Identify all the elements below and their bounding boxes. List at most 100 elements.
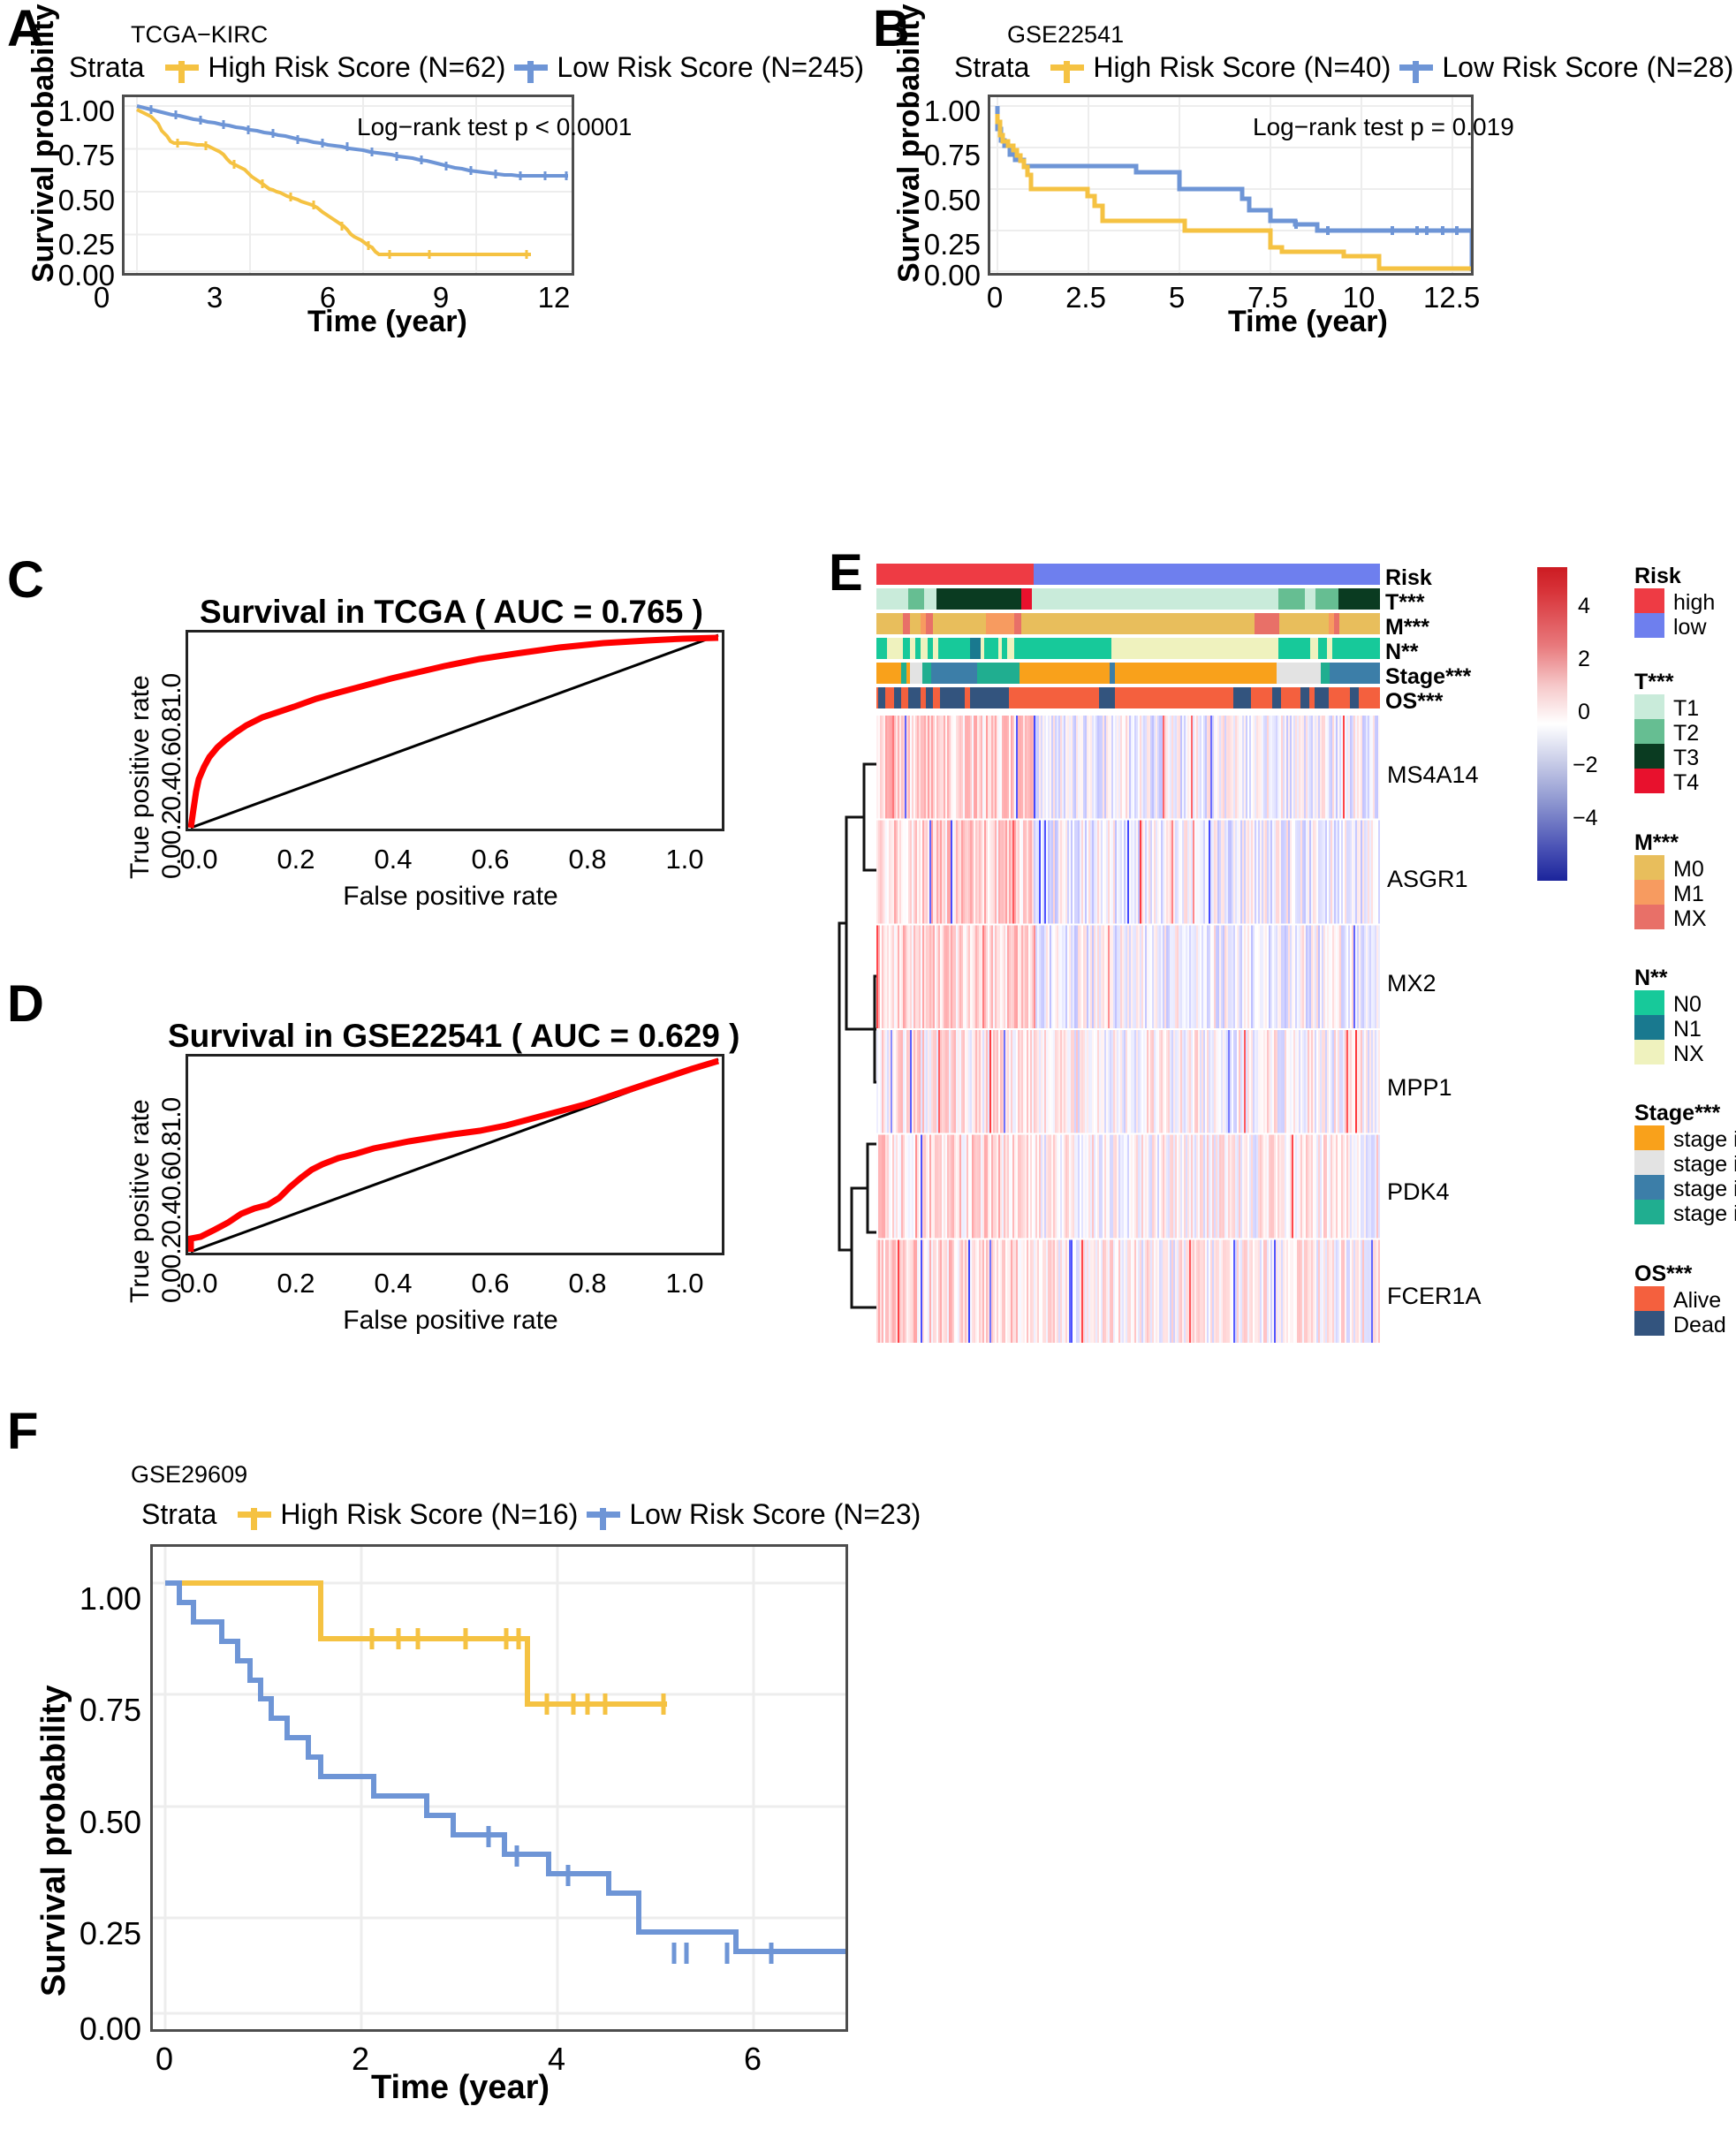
panel-a: A TCGA−KIRC Strata High Risk Score (N=62…: [0, 0, 864, 530]
panel-f-letter: F: [7, 1403, 39, 1460]
legend-swatch-m1: [1634, 880, 1664, 905]
panel-c-y-axis-title: True positive rate: [125, 675, 155, 879]
panel-d-y-axis-title: True positive rate: [125, 1099, 155, 1303]
legend-label-os-alive: Alive: [1673, 1288, 1722, 1313]
panel-a-legend-low: Low Risk Score (N=245): [557, 51, 865, 83]
panel-d-plot-area: [186, 1054, 724, 1255]
panel-c-xtick-5: 1.0: [665, 844, 704, 875]
annotation-track-os: [876, 687, 1380, 708]
legend-swatch-stage-i: [1634, 1125, 1664, 1150]
panel-f: F GSE29609 Strata High Risk Score (N=16)…: [0, 1387, 1148, 2129]
legend-swatch-n0: [1634, 990, 1664, 1015]
panel-e-annotation-label-risk: Risk: [1385, 565, 1432, 590]
panel-f-xtick-1: 2: [351, 2041, 370, 2077]
panel-c-title: Survival in TCGA ( AUC = 0.765 ): [200, 594, 703, 630]
panel-f-ytick-4: 1.00: [79, 1580, 141, 1617]
panel-a-xtick-1: 3: [206, 281, 224, 314]
panel-b-ytick-1: 0.25: [923, 228, 981, 261]
legend-swatch-t1: [1634, 694, 1664, 719]
panel-b: B GSE22541 Strata High Risk Score (N=40)…: [866, 0, 1736, 530]
panel-f-gridlines: [153, 1547, 845, 2029]
panel-a-legend-high: High Risk Score (N=62): [208, 51, 506, 83]
panel-e: E Risk T*** M*** N** Stage*** OS*** MS4A…: [822, 539, 1736, 1387]
legend-title-risk: Risk: [1634, 564, 1681, 588]
panel-a-censor-ticks-high-risk: [176, 139, 528, 259]
panel-e-colorbar-tick-n2: −2: [1573, 753, 1598, 777]
panel-e-gene-label-mpp1: MPP1: [1387, 1074, 1452, 1101]
legend-swatch-nx: [1634, 1040, 1664, 1064]
annotation-track-stage: [876, 663, 1380, 684]
annotation-track-risk: [876, 564, 1380, 585]
panel-f-xtick-0: 0: [155, 2041, 174, 2077]
panel-e-annotation-label-t: T***: [1385, 590, 1425, 615]
panel-e-gene-label-asgr1: ASGR1: [1387, 866, 1468, 892]
legend-marker-high-risk-icon: [238, 1508, 272, 1530]
panel-e-gene-label-fcer1a: FCER1A: [1387, 1283, 1482, 1309]
panel-e-annotation-tracks: [876, 564, 1380, 718]
legend-swatch-stage-ii: [1634, 1150, 1664, 1175]
panel-e-colorbar-tick-0: 0: [1578, 700, 1590, 724]
legend-marker-low-risk-icon: [514, 61, 549, 83]
panel-e-colorbar-tick-4: 4: [1578, 594, 1590, 618]
legend-swatch-stage-iv: [1634, 1200, 1664, 1224]
panel-f-strata-label: Strata: [141, 1498, 217, 1530]
annotation-track-n: [876, 638, 1380, 659]
panel-e-annotation-label-m: M***: [1385, 615, 1430, 640]
panel-f-plot-area: [150, 1544, 848, 2032]
panel-b-legend: Strata High Risk Score (N=40) Low Risk S…: [954, 51, 1733, 84]
panel-b-dataset-title: GSE22541: [1007, 21, 1125, 48]
panel-f-xtick-3: 6: [743, 2041, 762, 2077]
panel-a-ytick-3: 0.75: [57, 139, 115, 171]
panel-d-xtick-2: 0.4: [374, 1268, 413, 1299]
panel-e-colorbar-tick-2: 2: [1578, 647, 1590, 671]
legend-swatch-risk-high: [1634, 588, 1664, 613]
legend-label-m0: M0: [1673, 857, 1704, 882]
panel-f-xtick-2: 4: [547, 2041, 566, 2077]
panel-b-ytick-2: 0.50: [923, 184, 981, 216]
panel-b-pvalue-annotation: Log−rank test p = 0.019: [1253, 113, 1514, 140]
legend-marker-low-risk-icon: [587, 1508, 621, 1530]
panel-e-gene-label-pdk4: PDK4: [1387, 1178, 1450, 1205]
panel-d-xtick-4: 0.8: [568, 1268, 607, 1299]
panel-e-colorbar-tick-n4: −4: [1573, 806, 1598, 830]
panel-f-ytick-1: 0.25: [79, 1915, 141, 1951]
panel-d-letter: D: [7, 975, 44, 1033]
panel-f-legend-high: High Risk Score (N=16): [280, 1498, 579, 1530]
panel-c-xtick-3: 0.6: [471, 844, 510, 875]
legend-label-nx: NX: [1673, 1042, 1704, 1066]
panel-f-legend-low: Low Risk Score (N=23): [629, 1498, 921, 1530]
panel-c: C Survival in TCGA ( AUC = 0.765 ) True …: [0, 539, 848, 945]
panel-f-legend: Strata High Risk Score (N=16) Low Risk S…: [141, 1498, 921, 1531]
panel-d-xtick-1: 0.2: [277, 1268, 315, 1299]
legend-swatch-os-dead: [1634, 1311, 1664, 1336]
panel-e-colorbar: [1537, 567, 1567, 881]
panel-c-xtick-1: 0.2: [277, 844, 315, 875]
panel-f-dataset-title: GSE29609: [131, 1461, 248, 1488]
legend-label-n1: N1: [1673, 1017, 1702, 1042]
panel-c-letter: C: [7, 551, 44, 609]
panel-e-gene-label-mx2: MX2: [1387, 970, 1437, 996]
panel-b-xtick-4: 10: [1342, 281, 1376, 314]
legend-swatch-os-alive: [1634, 1286, 1664, 1311]
legend-swatch-mx: [1634, 905, 1664, 929]
legend-label-os-dead: Dead: [1673, 1313, 1726, 1337]
legend-title-t: T***: [1634, 670, 1674, 694]
legend-label-stage-ii: stage ii: [1673, 1152, 1736, 1177]
panel-e-annotation-label-stage: Stage***: [1385, 664, 1472, 689]
panel-d-x-axis-title: False positive rate: [343, 1306, 558, 1335]
annotation-track-m: [876, 613, 1380, 634]
panel-d-xtick-5: 1.0: [665, 1268, 704, 1299]
legend-label-risk-low: low: [1673, 615, 1707, 640]
panel-b-strata-label: Strata: [954, 51, 1030, 83]
legend-label-t4: T4: [1673, 770, 1700, 795]
panel-f-x-axis-title: Time (year): [371, 2069, 550, 2106]
legend-label-t1: T1: [1673, 696, 1700, 721]
legend-label-risk-high: high: [1673, 590, 1716, 615]
legend-marker-high-risk-icon: [1050, 61, 1085, 83]
panel-a-xtick-0: 0: [93, 281, 110, 314]
panel-a-pvalue-annotation: Log−rank test p < 0.0001: [357, 113, 633, 140]
panel-b-legend-high: High Risk Score (N=40): [1093, 51, 1391, 83]
panel-c-xtick-4: 0.8: [568, 844, 607, 875]
legend-swatch-n1: [1634, 1015, 1664, 1040]
legend-label-t3: T3: [1673, 746, 1700, 770]
